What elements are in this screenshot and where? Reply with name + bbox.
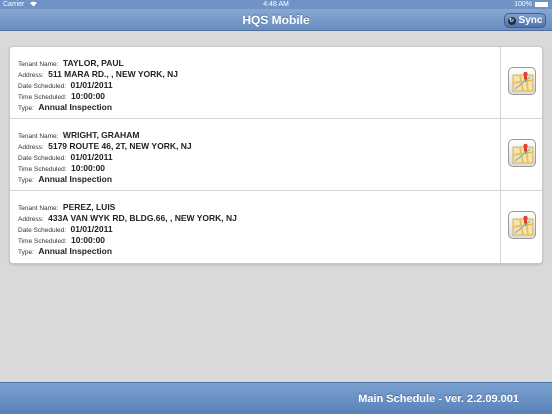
list-item[interactable]: Tenant Name: PEREZ, LUIS Address: 433A V… bbox=[10, 191, 542, 263]
inspection-details: Tenant Name: PEREZ, LUIS Address: 433A V… bbox=[18, 200, 237, 256]
map-pin-icon bbox=[512, 215, 534, 236]
battery-icon bbox=[535, 2, 548, 7]
type-value: Annual Inspection bbox=[38, 174, 113, 184]
footer-toolbar: Main Schedule - ver. 2.2.09.001 bbox=[0, 382, 552, 414]
type-value: Annual Inspection bbox=[38, 102, 113, 112]
list-item[interactable]: Tenant Name: TAYLOR, PAUL Address: 511 M… bbox=[10, 47, 542, 119]
type-label: Type: bbox=[18, 249, 34, 256]
inspection-list: Tenant Name: TAYLOR, PAUL Address: 511 M… bbox=[9, 46, 543, 264]
map-pin-icon bbox=[512, 71, 534, 92]
status-bar: Carrier 4:48 AM 100% bbox=[0, 0, 552, 9]
sync-button-label: Sync bbox=[518, 15, 543, 26]
sync-button[interactable]: ↻ Sync bbox=[504, 13, 546, 28]
type-label: Type: bbox=[18, 105, 34, 112]
map-button[interactable] bbox=[508, 67, 536, 95]
battery-percent: 100% bbox=[514, 1, 532, 8]
type-value: Annual Inspection bbox=[38, 246, 113, 256]
navigation-bar: HQS Mobile ↻ Sync bbox=[0, 9, 552, 31]
page-title: HQS Mobile bbox=[242, 13, 310, 27]
row-divider bbox=[500, 47, 501, 118]
status-time: 4:48 AM bbox=[263, 1, 289, 8]
map-button[interactable] bbox=[508, 211, 536, 239]
footer-version-label: Main Schedule - ver. 2.2.09.001 bbox=[358, 393, 519, 405]
map-pin-icon bbox=[512, 143, 534, 164]
map-button[interactable] bbox=[508, 139, 536, 167]
type-label: Type: bbox=[18, 177, 34, 184]
row-divider bbox=[500, 119, 501, 190]
row-divider bbox=[500, 191, 501, 263]
inspection-details: Tenant Name: TAYLOR, PAUL Address: 511 M… bbox=[18, 56, 178, 112]
inspection-details: Tenant Name: WRIGHT, GRAHAM Address: 517… bbox=[18, 128, 192, 184]
refresh-icon: ↻ bbox=[507, 16, 516, 25]
list-item[interactable]: Tenant Name: WRIGHT, GRAHAM Address: 517… bbox=[10, 119, 542, 191]
